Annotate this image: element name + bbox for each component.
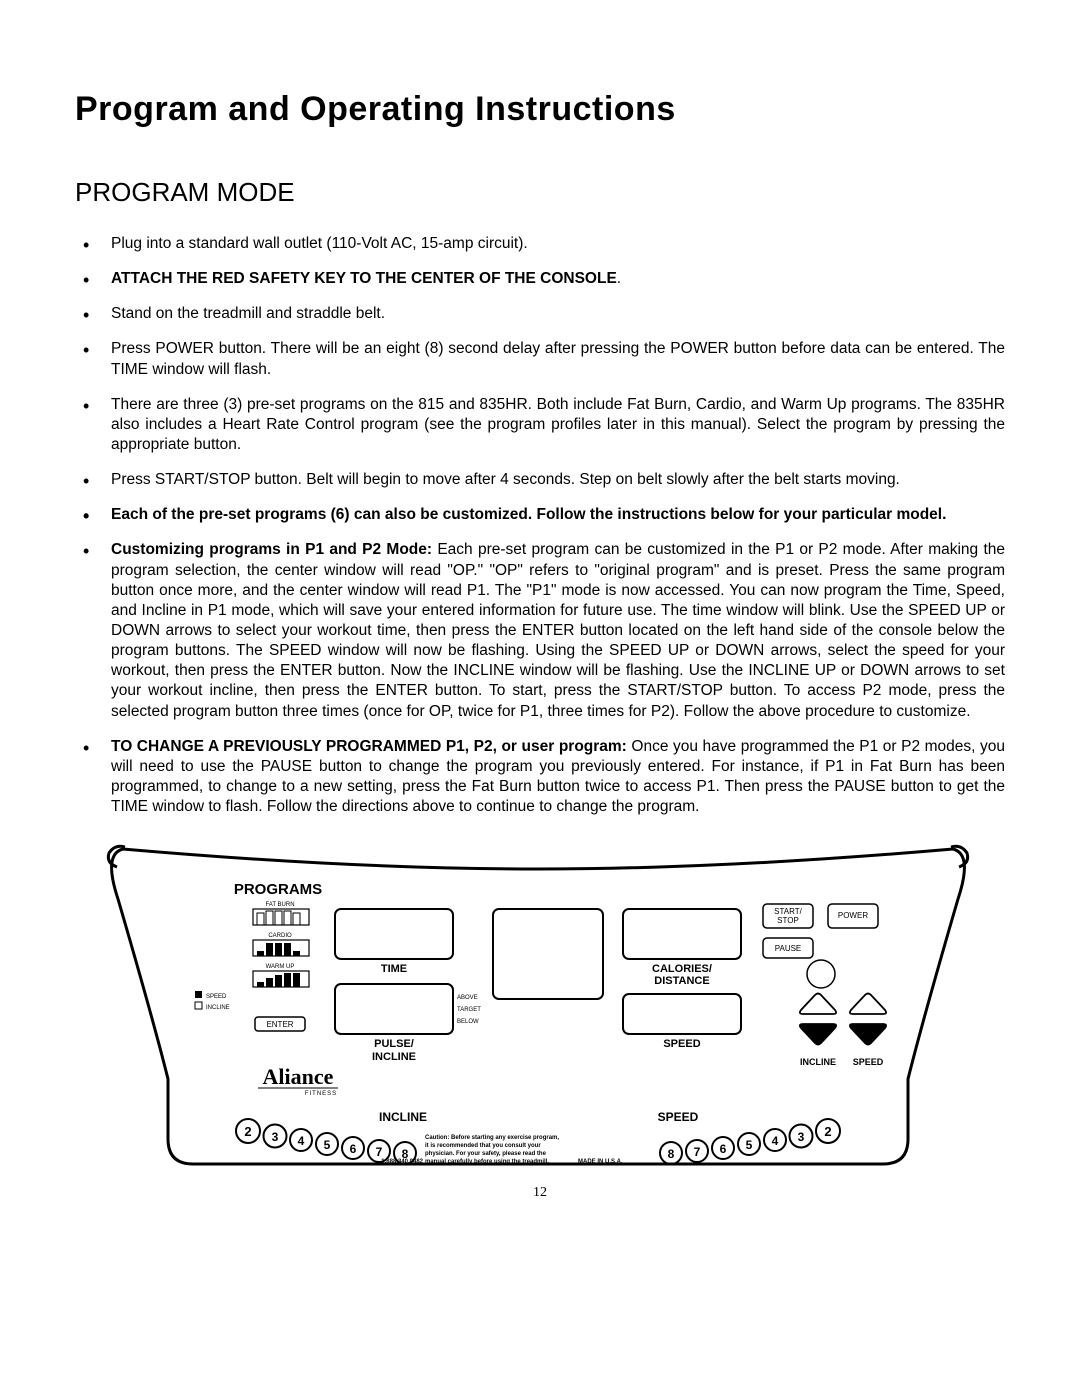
speed-preset-heading: SPEED <box>658 1110 699 1124</box>
list-item: TO CHANGE A PREVIOUSLY PROGRAMMED P1, P2… <box>75 737 1005 818</box>
svg-text:7: 7 <box>376 1145 383 1159</box>
brand-sub: FITNESS <box>305 1091 337 1097</box>
list-item: Customizing programs in P1 and P2 Mode: … <box>75 540 1005 721</box>
svg-text:3: 3 <box>272 1130 279 1144</box>
speed-legend-icon <box>195 991 202 998</box>
incline-legend-label: INCLINE <box>206 1005 230 1011</box>
svg-text:Caution: Before starting any e: Caution: Before starting any exercise pr… <box>425 1135 559 1141</box>
speed-legend-label: SPEED <box>206 994 227 1000</box>
list-item: Press POWER button. There will be an eig… <box>75 339 1005 379</box>
svg-text:2: 2 <box>824 1124 831 1139</box>
above-label: ABOVE <box>457 995 478 1001</box>
incline-preset-row: 2 3 4 5 6 7 8 <box>236 1119 416 1164</box>
list-item: Plug into a standard wall outlet (110-Vo… <box>75 234 1005 254</box>
warm-up-label: WARM UP <box>266 964 295 970</box>
start-stop-label-2: STOP <box>777 916 799 925</box>
fat-burn-label: FAT BURN <box>265 902 294 908</box>
pulse-incline-label-2: INCLINE <box>372 1051 416 1063</box>
speed-down-button[interactable] <box>850 1024 886 1045</box>
incline-up-button[interactable] <box>800 994 836 1015</box>
list-item-body: Each pre-set program can be customized i… <box>111 541 1005 719</box>
list-item: Each of the pre-set programs (6) can als… <box>75 505 1005 525</box>
list-item-bold: ATTACH THE RED SAFETY KEY TO THE CENTER … <box>111 270 617 287</box>
list-item: Press START/STOP button. Belt will begin… <box>75 470 1005 490</box>
brand-logo: Aliance <box>263 1064 334 1089</box>
below-label: BELOW <box>457 1019 479 1025</box>
start-stop-label-1: START/ <box>774 907 802 916</box>
list-item: There are three (3) pre-set programs on … <box>75 395 1005 455</box>
calories-label-1: CALORIES/ <box>652 963 712 975</box>
svg-text:5: 5 <box>746 1138 753 1152</box>
warm-up-icon <box>253 971 309 987</box>
caution-block: Caution: Before starting any exercise pr… <box>381 1135 623 1165</box>
svg-text:2: 2 <box>244 1124 251 1139</box>
svg-text:5: 5 <box>324 1138 331 1152</box>
svg-text:3: 3 <box>798 1130 805 1144</box>
list-item-punct: . <box>617 270 621 287</box>
time-display <box>335 909 453 959</box>
svg-text:6: 6 <box>720 1142 727 1156</box>
svg-text:6: 6 <box>350 1142 357 1156</box>
list-item: Stand on the treadmill and straddle belt… <box>75 304 1005 324</box>
svg-text:8: 8 <box>668 1147 675 1161</box>
cardio-icon <box>253 940 309 956</box>
calories-display <box>623 909 741 959</box>
console-diagram: PROGRAMS FAT BURN CARDIO WARM UP <box>103 839 973 1179</box>
speed-arrow-label: SPEED <box>853 1057 884 1067</box>
enter-label: ENTER <box>266 1020 293 1029</box>
incline-arrow-label: INCLINE <box>800 1057 836 1067</box>
calories-label-2: DISTANCE <box>654 975 709 987</box>
svg-text:4: 4 <box>772 1134 779 1148</box>
cardio-label: CARDIO <box>268 933 292 939</box>
incline-down-button[interactable] <box>800 1024 836 1045</box>
incline-legend-icon <box>195 1002 202 1009</box>
safety-key-circle[interactable] <box>807 960 835 988</box>
pause-label: PAUSE <box>775 944 802 953</box>
speed-label: SPEED <box>663 1038 700 1050</box>
incline-preset-heading: INCLINE <box>379 1110 427 1124</box>
target-label: TARGET <box>457 1007 481 1013</box>
svg-text:1.888.340.0482: 1.888.340.0482 <box>381 1159 423 1165</box>
page-title: Program and Operating Instructions <box>75 90 1005 129</box>
instruction-list: Plug into a standard wall outlet (110-Vo… <box>75 234 1005 817</box>
list-item-lead: Customizing programs in P1 and P2 Mode: <box>111 541 432 558</box>
list-item: ATTACH THE RED SAFETY KEY TO THE CENTER … <box>75 269 1005 289</box>
pulse-incline-display <box>335 984 453 1034</box>
svg-text:7: 7 <box>694 1145 701 1159</box>
section-heading: PROGRAM MODE <box>75 177 1005 208</box>
center-display <box>493 909 603 999</box>
speed-up-button[interactable] <box>850 994 886 1015</box>
speed-preset-row: 8 7 6 5 4 3 2 <box>660 1119 840 1164</box>
page-number: 12 <box>75 1185 1005 1201</box>
svg-text:manual carefully before using: manual carefully before using the treadm… <box>425 1159 549 1165</box>
list-item-lead: TO CHANGE A PREVIOUSLY PROGRAMMED P1, P2… <box>111 738 627 755</box>
svg-text:it is recommended that you con: it is recommended that you consult your <box>425 1143 541 1149</box>
svg-text:physician. For your safety, pl: physician. For your safety, please read … <box>425 1151 547 1157</box>
fat-burn-icon <box>253 909 309 925</box>
speed-display <box>623 994 741 1034</box>
svg-text:4: 4 <box>298 1134 305 1148</box>
pulse-incline-label-1: PULSE/ <box>374 1038 414 1050</box>
time-label: TIME <box>381 963 407 975</box>
programs-heading: PROGRAMS <box>234 881 322 898</box>
svg-text:MADE IN U.S.A.: MADE IN U.S.A. <box>578 1159 623 1165</box>
power-label: POWER <box>838 911 868 920</box>
